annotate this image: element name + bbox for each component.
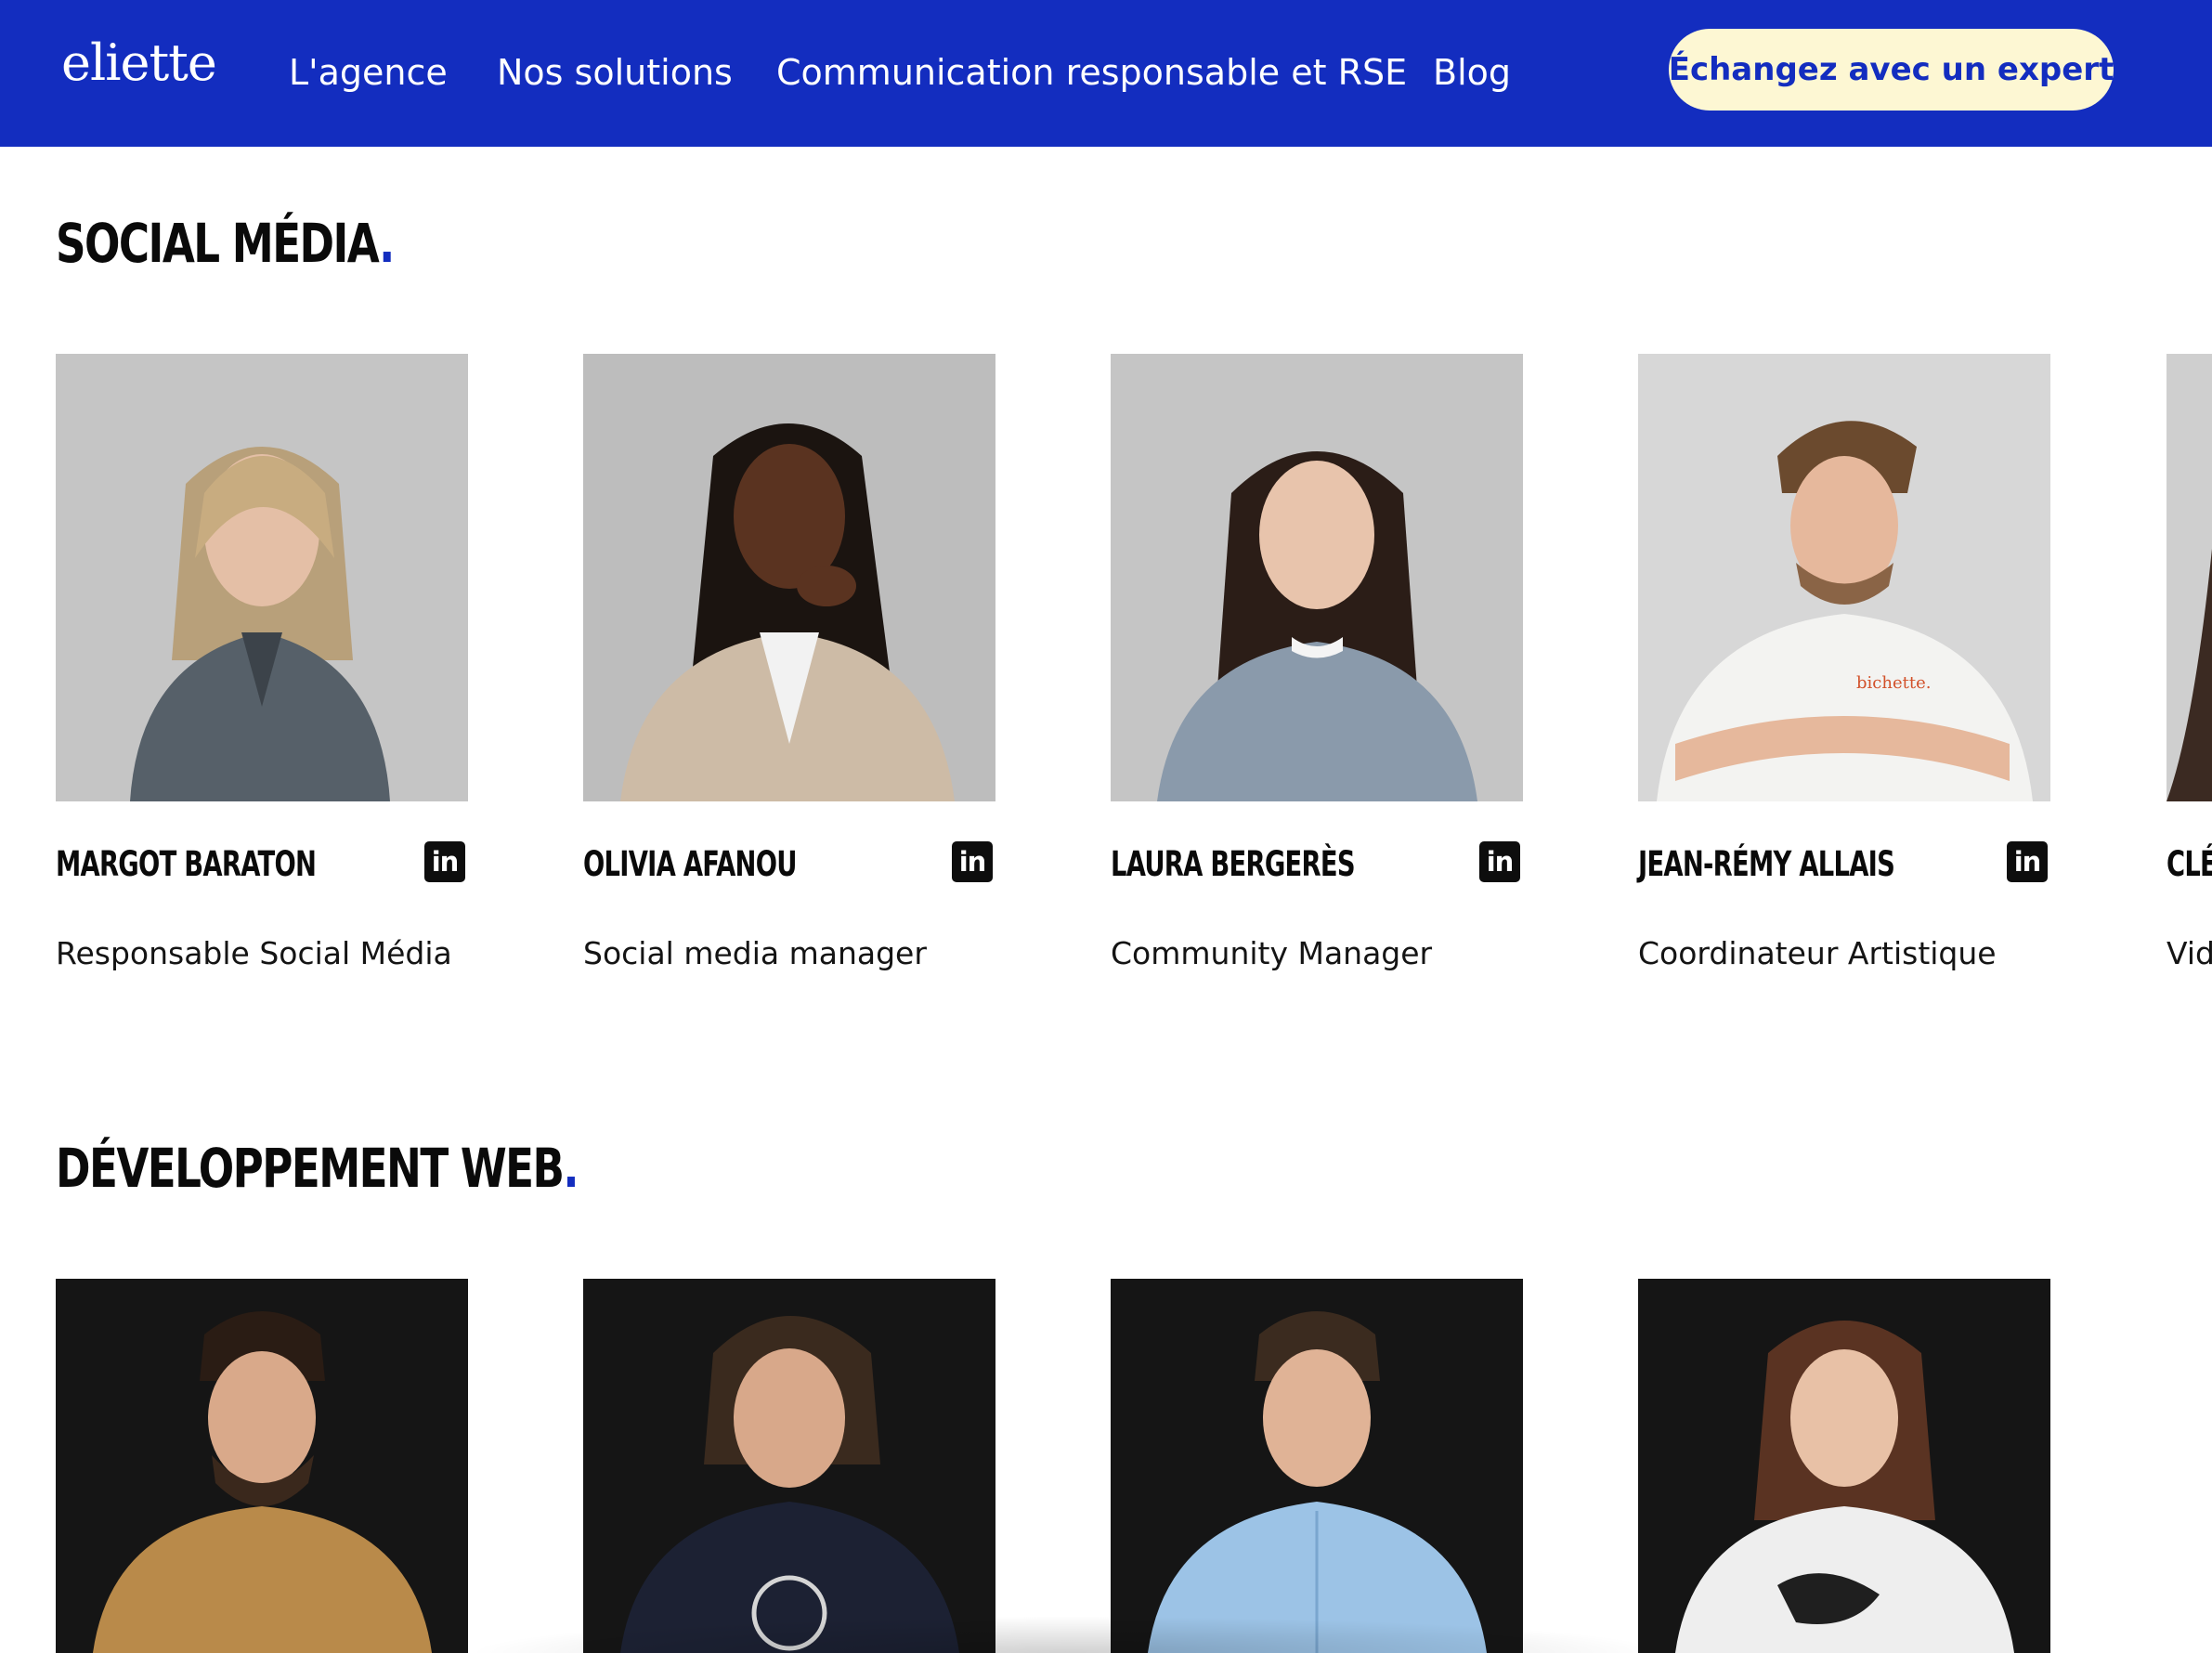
linkedin-icon[interactable]: in [952,841,993,882]
member-name: LAURA BERGERÈS [1111,844,1356,884]
linkedin-icon[interactable]: in [424,841,465,882]
portrait-illustration [2166,548,2212,801]
title-dot: . [379,212,395,275]
nav-item-blog[interactable]: Blog [1433,52,1511,93]
section-title-social: SOCIAL MÉDIA. [56,212,395,275]
portrait-illustration: bichette. [1657,421,2033,801]
member-photo [56,354,468,801]
member-name: JEAN-RÉMY ALLAIS [1638,844,1895,884]
portrait-illustration [620,423,955,801]
site-header: eliette L'agence Nos solutions Communica… [0,0,2212,147]
member-name: OLIVIA AFANOU [583,844,797,884]
portrait-illustration [1148,1311,1487,1653]
member-photo [2166,354,2212,801]
member-photo [1111,1279,1523,1653]
member-role: Responsable Social Média [56,935,452,971]
member-photo [56,1279,468,1653]
portrait-illustration [130,447,390,801]
member-name: CLÉ [2166,844,2212,884]
portrait-illustration [1675,1321,2014,1653]
member-role: Coordinateur Artistique [1638,935,1997,971]
nav-item-solutions[interactable]: Nos solutions [497,52,733,93]
member-photo [583,1279,995,1653]
nav-item-agence[interactable]: L'agence [289,52,448,93]
member-name: MARGOT BARATON [56,844,317,884]
section-title-dev: DÉVELOPPEMENT WEB. [56,1137,579,1200]
member-role: Community Manager [1111,935,1433,971]
portrait-illustration [1157,451,1477,801]
linkedin-icon[interactable]: in [2007,841,2048,882]
contact-expert-button[interactable]: Échangez avec un expert [1669,29,2114,111]
linkedin-icon[interactable]: in [1479,841,1520,882]
section-title-social-text: SOCIAL MÉDIA [56,212,381,275]
team-card-partial: CLÉ Vid [2166,354,2212,1004]
portrait-illustration [620,1316,959,1653]
member-photo [583,354,995,801]
svg-text:bichette.: bichette. [1856,673,1931,693]
portrait-illustration [93,1311,432,1653]
member-photo: bichette. [1638,354,2050,801]
section-title-dev-text: DÉVELOPPEMENT WEB [56,1137,565,1200]
nav-item-communication-rse[interactable]: Communication responsable et RSE [776,52,1407,93]
member-role: Social media manager [583,935,927,971]
title-dot: . [563,1137,579,1200]
logo[interactable]: eliette [61,33,217,92]
member-role: Vid [2166,935,2212,971]
member-photo [1111,354,1523,801]
member-photo [1638,1279,2050,1653]
